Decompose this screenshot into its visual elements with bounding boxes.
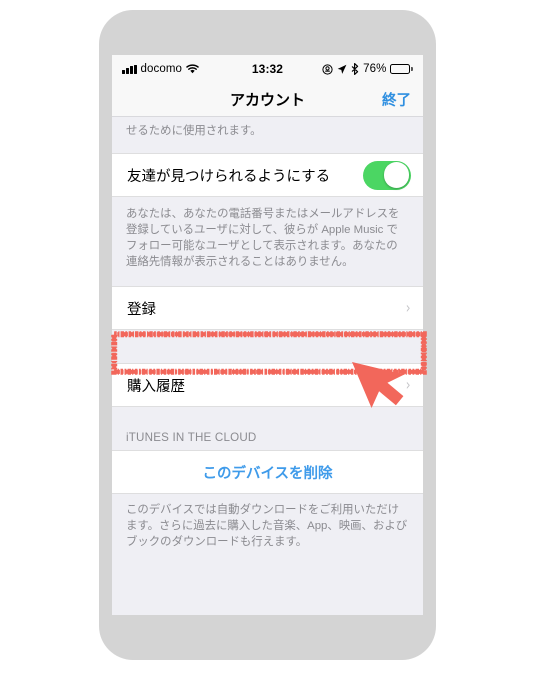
navigation-bar: アカウント 終了 (112, 83, 423, 117)
delete-device-label: このデバイスを削除 (202, 465, 333, 482)
delete-device-row[interactable]: このデバイスを削除 (112, 450, 423, 494)
done-button[interactable]: 終了 (382, 89, 411, 110)
location-arrow-icon (337, 64, 347, 75)
carrier-label: docomo (140, 63, 183, 75)
status-bar: docomo 13:32 76% (112, 55, 423, 83)
purchase-history-row[interactable]: 購入履歴 › (112, 363, 423, 407)
page-title: アカウント (229, 92, 305, 109)
purchase-history-label: 購入履歴 (127, 378, 185, 395)
wifi-icon (186, 64, 199, 74)
chevron-right-icon: › (405, 298, 411, 317)
chevron-right-icon-2: › (405, 375, 411, 394)
signal-bars-icon (122, 64, 137, 74)
battery-percent-label: 76% (363, 63, 387, 75)
battery-icon (390, 64, 413, 74)
cloud-section-header: iTUNES IN THE CLOUD (126, 431, 257, 444)
cloud-section-note: このデバイスでは自動ダウンロードをご利用いただけます。さらに過去に購入した音楽、… (126, 504, 408, 548)
find-friends-row[interactable]: 友達が見つけられるようにする (112, 153, 423, 197)
top-footer-note: せるために使用されます。 (126, 125, 262, 137)
find-friends-note: あなたは、あなたの電話番号またはメールアドレスを登録しているユーザに対して、彼ら… (126, 208, 400, 268)
status-bar-right: 76% (322, 63, 413, 75)
bluetooth-icon (351, 63, 359, 75)
toggle-knob (383, 162, 410, 188)
find-friends-toggle[interactable] (363, 160, 411, 190)
subscription-label: 登録 (127, 301, 156, 318)
phone-screen: docomo 13:32 76% アカウント 終了 せるために使用されます。 友… (112, 55, 423, 615)
subscription-row[interactable]: 登録 › (112, 286, 423, 330)
find-friends-label: 友達が見つけられるようにする (127, 168, 331, 185)
do-not-disturb-icon (322, 63, 333, 75)
status-bar-left: docomo (122, 63, 199, 75)
